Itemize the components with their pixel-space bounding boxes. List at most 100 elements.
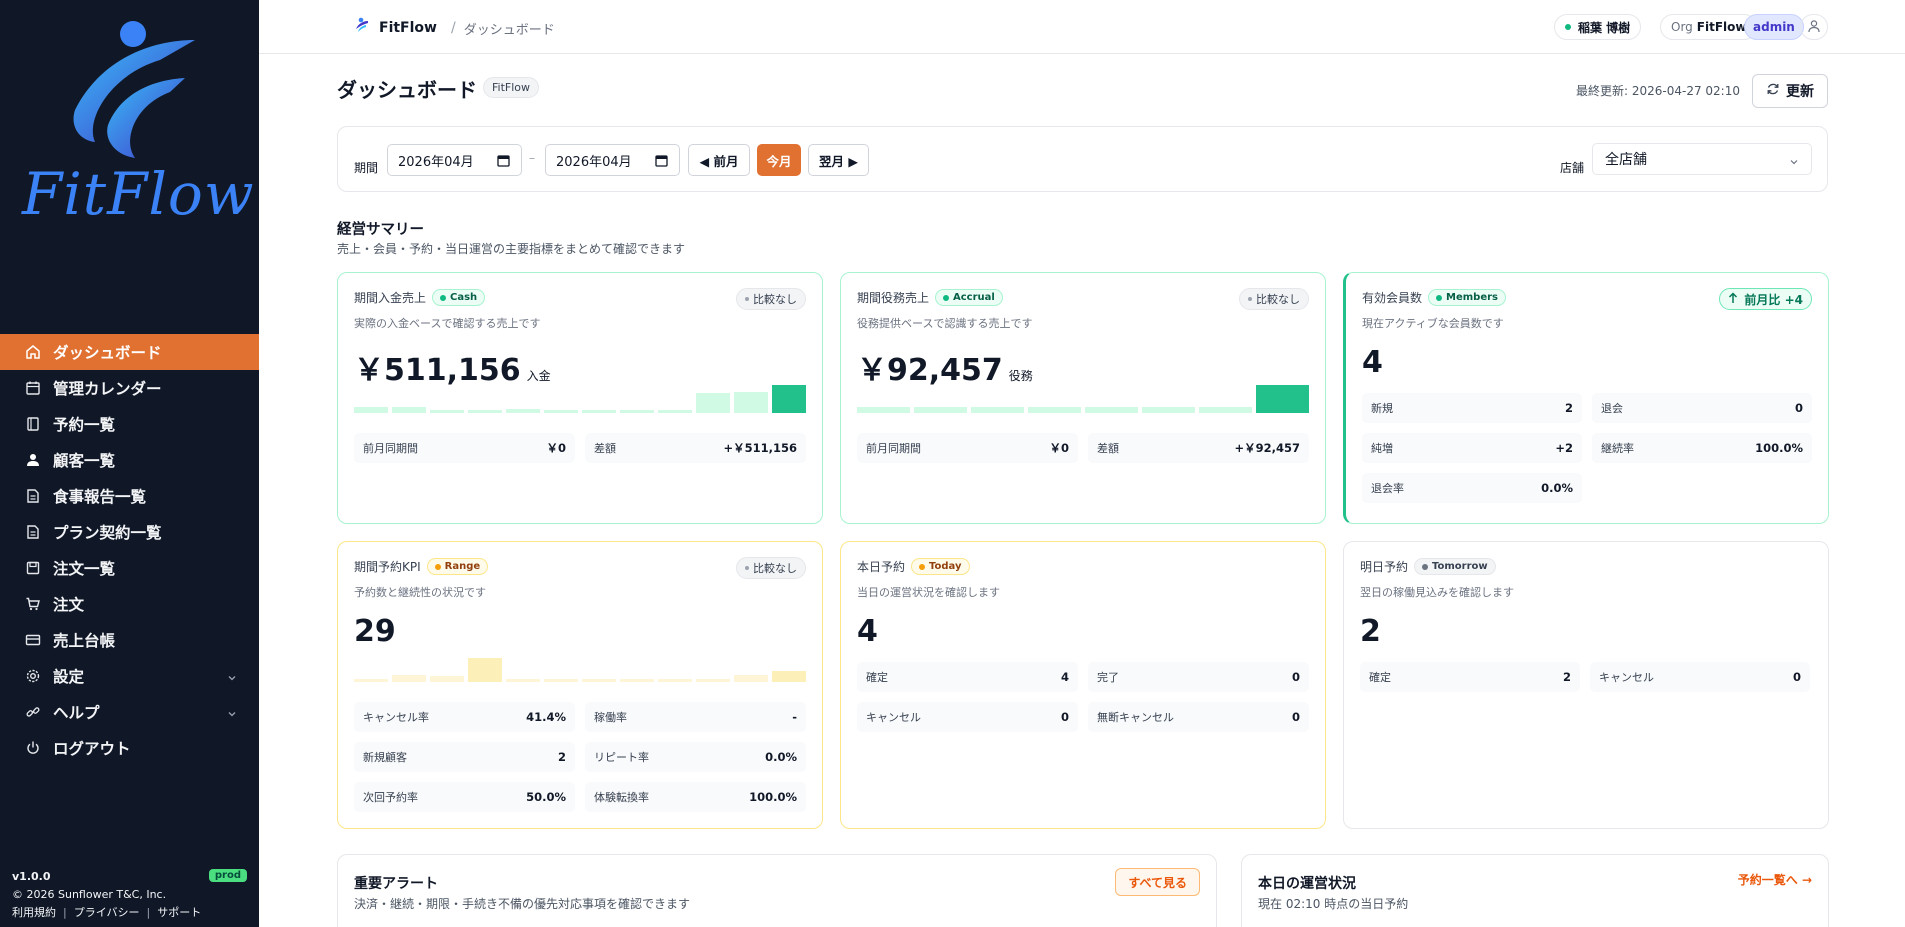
sidebar-item-orders[interactable]: 注文一覧 — [0, 550, 259, 586]
sidebar-item-sales-ledger[interactable]: 売上台帳 — [0, 622, 259, 658]
logo-text: FitFlow — [22, 160, 255, 228]
terms-link[interactable]: 利用規約 — [12, 904, 56, 920]
stat-retention: 継続率 100.0% — [1592, 433, 1812, 463]
sidebar-item-reservations[interactable]: 予約一覧 — [0, 406, 259, 442]
stat-new-customers: 新規顧客 2 — [354, 742, 575, 772]
compare-badge: 比較なし — [1239, 288, 1309, 310]
sidebar-item-label: ヘルプ — [53, 704, 100, 722]
store-select[interactable]: 全店舗 — [1592, 143, 1812, 175]
document-icon — [24, 487, 42, 505]
calendar-icon — [497, 154, 510, 171]
compare-badge: 比較なし — [736, 288, 806, 310]
brand-name[interactable]: FitFlow — [379, 20, 437, 36]
next-month-button[interactable]: 翌月 ▶ — [808, 144, 869, 176]
card-tag-label: Today — [929, 561, 962, 572]
reservations-link[interactable]: 予約一覧へ → — [1738, 871, 1812, 888]
stat-trial-conversion: 体験転換率 100.0% — [585, 782, 806, 812]
sparkline-bar — [1028, 407, 1081, 413]
home-icon — [24, 343, 42, 361]
sidebar-item-dashboard[interactable]: ダッシュボード — [0, 334, 259, 370]
card-value-number: ￥511,156 — [354, 353, 521, 388]
org-pill[interactable]: Org FitFlow — [1660, 14, 1758, 40]
sidebar-item-help[interactable]: ヘルプ — [0, 694, 259, 730]
card-tomorrow-reservations: 明日予約 Tomorrow 翌日の稼働見込みを確認します 2 確定 2 キャンセル… — [1343, 541, 1829, 829]
alerts-panel: 重要アラート 決済・継続・期限・手続き不備の優先対応事項を確認できます すべて見… — [337, 854, 1217, 927]
page-title: ダッシュボード — [337, 78, 477, 102]
card-tag: Members — [1428, 289, 1506, 306]
stat-label: 完了 — [1097, 671, 1119, 684]
card-value: 29 — [354, 614, 396, 649]
card-title: 期間入金売上 — [354, 291, 427, 305]
card-title: 期間予約KPI — [354, 560, 421, 574]
sidebar-item-logout[interactable]: ログアウト — [0, 730, 259, 766]
sidebar-item-calendar[interactable]: 管理カレンダー — [0, 370, 259, 406]
card-tag: Tomorrow — [1414, 558, 1496, 575]
stat-cancelled: キャンセル 0 — [1590, 662, 1810, 692]
sidebar-item-plan-contracts[interactable]: プラン契約一覧 — [0, 514, 259, 550]
stat-cancel-rate: キャンセル率 41.4% — [354, 702, 575, 732]
this-month-button[interactable]: 今月 — [757, 144, 801, 176]
sparkline-bar — [696, 393, 730, 413]
dot-icon — [1422, 563, 1429, 570]
stat-value: ￥0 — [1049, 441, 1069, 455]
stat-label: 退会 — [1601, 402, 1623, 415]
period-label: 期間 — [354, 161, 379, 175]
divider: | — [146, 905, 151, 919]
sidebar-item-customers[interactable]: 顧客一覧 — [0, 442, 259, 478]
card-value-number: 4 — [857, 614, 878, 649]
card-description: 予約数と継続性の状況です — [354, 586, 486, 599]
stat-label: 次回予約率 — [363, 791, 418, 804]
sidebar-item-order[interactable]: 注文 — [0, 586, 259, 622]
stat-withdraw: 退会 0 — [1592, 393, 1812, 423]
sidebar-item-label: ログアウト — [53, 740, 131, 758]
dot-icon — [919, 563, 926, 570]
sparkline-bar — [658, 410, 692, 413]
sparkline-bar — [430, 410, 464, 413]
sidebar: FitFlow ダッシュボード 管理カレンダー 予約一覧 顧客一覧 食事報告一覧… — [0, 0, 259, 927]
prev-month-button[interactable]: ◀ 前月 — [688, 144, 750, 176]
sidebar-item-label: 食事報告一覧 — [53, 488, 147, 506]
sparkline-bar — [696, 679, 730, 682]
card-header: 本日予約 Today — [857, 558, 970, 575]
sidebar-item-settings[interactable]: 設定 — [0, 658, 259, 694]
sidebar-item-label: ダッシュボード — [53, 344, 162, 362]
user-name: 稲葉 博樹 — [1578, 20, 1631, 35]
stat-label: 無断キャンセル — [1097, 711, 1174, 724]
view-all-alerts-button[interactable]: すべて見る — [1115, 868, 1200, 896]
card-description: 役務提供ベースで認識する売上です — [857, 317, 1033, 330]
date-to-input[interactable]: 2026年04月 — [545, 144, 680, 176]
card-tag-label: Accrual — [953, 292, 995, 303]
alerts-title: 重要アラート — [354, 876, 438, 892]
support-link[interactable]: サポート — [157, 904, 201, 920]
stat-prev-period: 前月同期間 ￥0 — [354, 433, 575, 463]
stat-label: 確定 — [866, 671, 888, 684]
cart-icon — [24, 595, 42, 613]
section-title: 経営サマリー — [337, 222, 424, 238]
calendar-icon — [24, 379, 42, 397]
card-range-kpi: 期間予約KPI Range 比較なし 予約数と継続性の状況です 29 キャンセル… — [337, 541, 823, 829]
stat-value: 2 — [1562, 670, 1571, 684]
compare-label: 比較なし — [753, 293, 797, 306]
card-today-reservations: 本日予約 Today 当日の運営状況を確認します 4 確定 4 完了 0 キャンセル… — [840, 541, 1326, 829]
link-icon — [24, 703, 42, 721]
title-row: ダッシュボード FitFlow 最終更新: 2026-04-27 02:10 更… — [337, 74, 1828, 108]
stat-value: - — [792, 710, 797, 724]
sidebar-item-label: 顧客一覧 — [53, 452, 116, 470]
save-icon — [24, 559, 42, 577]
avatar[interactable] — [1800, 14, 1828, 40]
card-tag-label: Tomorrow — [1432, 561, 1488, 572]
sidebar-item-label: プラン契約一覧 — [53, 524, 162, 542]
ops-title: 本日の運営状況 — [1258, 876, 1356, 892]
sparkline — [354, 654, 806, 682]
card-cash-sales: 期間入金売上 Cash 比較なし 実際の入金ベースで確認する売上です ￥511,… — [337, 272, 823, 524]
privacy-link[interactable]: プライバシー — [74, 904, 140, 920]
date-from-input[interactable]: 2026年04月 — [387, 144, 522, 176]
date-from-value: 2026年04月 — [398, 154, 474, 170]
env-badge: prod — [208, 869, 247, 882]
sidebar-item-meal-reports[interactable]: 食事報告一覧 — [0, 478, 259, 514]
refresh-button[interactable]: 更新 — [1752, 74, 1828, 108]
stat-label: 差額 — [1097, 442, 1119, 455]
stat-label: 前月同期間 — [363, 442, 418, 455]
user-pill[interactable]: 稲葉 博樹 — [1554, 14, 1642, 40]
sparkline-bar — [620, 679, 654, 682]
